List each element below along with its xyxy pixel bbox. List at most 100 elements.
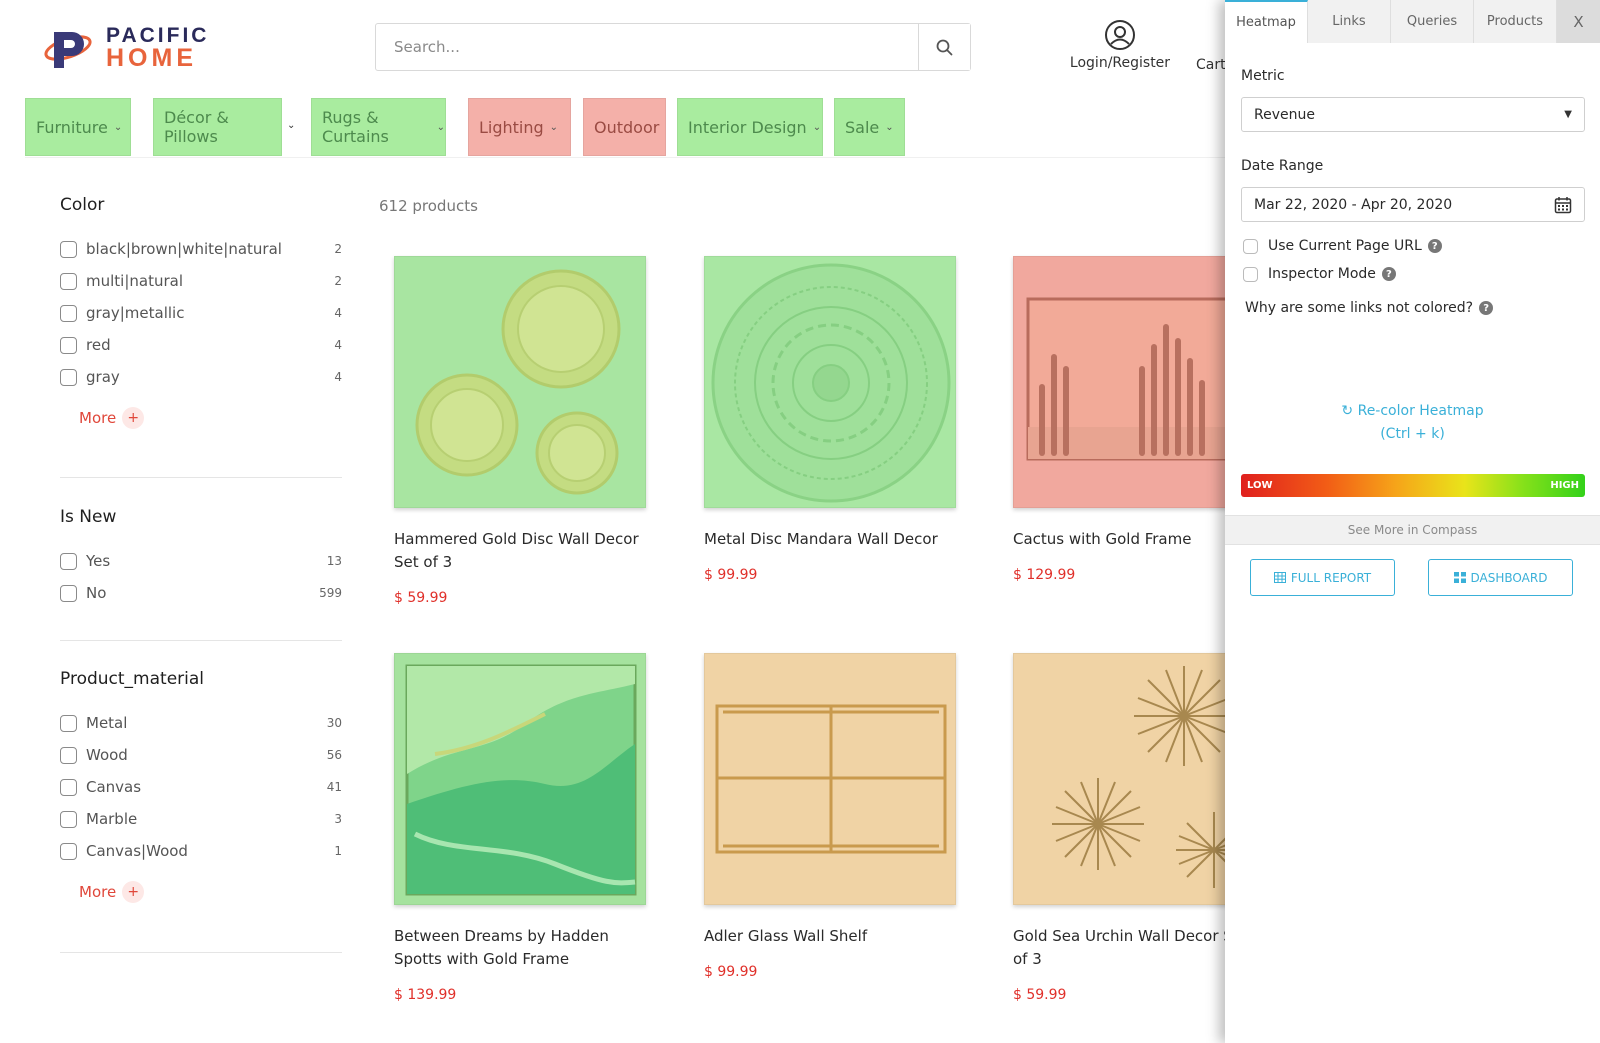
search-icon — [936, 39, 953, 55]
filter-option[interactable]: multi|natural 2 — [60, 265, 342, 297]
filter-option-label: multi|natural — [86, 272, 184, 290]
product-name[interactable]: Hammered Gold Disc Wall Decor Set of 3 — [394, 528, 648, 574]
use-current-url-label: Use Current Page URL — [1268, 238, 1422, 254]
product-image[interactable] — [704, 256, 956, 508]
metric-select[interactable]: Revenue ▼ — [1241, 97, 1585, 132]
checkbox[interactable] — [60, 552, 77, 570]
product-image[interactable] — [394, 256, 646, 508]
filter-option-label: gray — [86, 368, 120, 386]
panel-tabs: Heatmap Links Queries Products X — [1225, 0, 1600, 43]
nav-item-lighting[interactable]: Lighting ⌄ — [468, 98, 571, 156]
checkbox[interactable] — [60, 304, 77, 322]
metric-value: Revenue — [1254, 106, 1315, 123]
filter-option[interactable]: red 4 — [60, 329, 342, 361]
filter-option-label: Canvas — [86, 778, 142, 796]
nav-item-label: Décor & Pillows — [164, 108, 229, 146]
filter-option[interactable]: Yes 13 — [60, 545, 342, 577]
search-bar — [375, 23, 971, 71]
filter-option[interactable]: gray|metallic 4 — [60, 297, 342, 329]
chevron-down-icon: ⌄ — [287, 120, 296, 131]
metric-label: Metric — [1241, 68, 1285, 84]
search-button[interactable] — [918, 24, 970, 70]
checkbox[interactable] — [60, 584, 77, 602]
filter-option-count: 3 — [334, 812, 342, 826]
nav-item-furniture[interactable]: Furniture ⌄ — [25, 98, 131, 156]
filter-option[interactable]: black|brown|white|natural 2 — [60, 233, 342, 265]
tab-queries[interactable]: Queries — [1391, 0, 1474, 43]
nav-item-sale[interactable]: Sale ⌄ — [834, 98, 905, 156]
login-register-link[interactable]: Login/Register — [1062, 19, 1178, 71]
date-range-input[interactable]: Mar 22, 2020 - Apr 20, 2020 — [1241, 187, 1585, 222]
why-links-not-colored[interactable]: Why are some links not colored? ? — [1245, 300, 1494, 316]
use-current-url-option[interactable]: Use Current Page URL ? — [1243, 238, 1442, 254]
tab-heatmap[interactable]: Heatmap — [1225, 0, 1308, 43]
filter-option[interactable]: Wood 56 — [60, 739, 342, 771]
brand-logo[interactable]: PACIFIC HOME — [44, 24, 224, 72]
filter-option-label: black|brown|white|natural — [86, 240, 282, 258]
more-colors-button[interactable]: More + — [79, 407, 342, 429]
filter-title: Product_material — [60, 669, 205, 689]
filter-option-count: 41 — [326, 780, 342, 794]
plus-icon: + — [122, 407, 145, 429]
checkbox[interactable] — [60, 746, 77, 764]
tab-links[interactable]: Links — [1308, 0, 1391, 43]
product-price: $ 99.99 — [704, 964, 758, 980]
product-card[interactable]: Between Dreams by Hadden Spotts with Gol… — [394, 653, 648, 1003]
date-range-value: Mar 22, 2020 - Apr 20, 2020 — [1254, 196, 1453, 213]
product-name[interactable]: Between Dreams by Hadden Spotts with Gol… — [394, 925, 648, 971]
dashboard-button[interactable]: DASHBOARD — [1428, 559, 1573, 596]
chevron-down-icon: ⌄ — [812, 121, 822, 133]
help-icon[interactable]: ? — [1427, 239, 1442, 253]
calendar-icon[interactable] — [1554, 196, 1572, 214]
full-report-label: FULL REPORT — [1290, 570, 1372, 585]
product-name[interactable]: Metal Disc Mandara Wall Decor — [704, 528, 958, 551]
checkbox[interactable] — [60, 810, 77, 828]
checkbox[interactable] — [60, 714, 77, 732]
inspector-mode-option[interactable]: Inspector Mode ? — [1243, 266, 1396, 282]
filter-option[interactable]: Canvas|Wood 1 — [60, 835, 342, 867]
filter-divider — [60, 477, 342, 478]
search-input[interactable] — [376, 24, 918, 70]
checkbox[interactable] — [60, 368, 77, 386]
checkbox[interactable] — [60, 336, 77, 354]
product-image[interactable] — [394, 653, 646, 905]
cart-link[interactable]: Cart — [1196, 57, 1226, 73]
filter-option-count: 56 — [326, 748, 342, 762]
checkbox[interactable] — [1243, 238, 1258, 254]
product-name[interactable]: Adler Glass Wall Shelf — [704, 925, 958, 948]
filter-option[interactable]: No 599 — [60, 577, 342, 609]
product-image[interactable] — [704, 653, 956, 905]
chevron-down-icon: ⌄ — [885, 121, 894, 133]
filter-option-count: 2 — [334, 274, 342, 288]
checkbox[interactable] — [60, 272, 77, 290]
nav-item-decor-pillows[interactable]: Décor & Pillows — [153, 98, 282, 156]
tab-products[interactable]: Products — [1474, 0, 1557, 43]
help-icon[interactable]: ? — [1381, 267, 1396, 281]
filter-option[interactable]: gray 4 — [60, 361, 342, 393]
caret-down-icon: ▼ — [1564, 109, 1572, 120]
filter-option-count: 4 — [334, 370, 342, 384]
close-button[interactable]: X — [1557, 0, 1600, 43]
filter-option[interactable]: Marble 3 — [60, 803, 342, 835]
checkbox[interactable] — [1243, 266, 1258, 282]
more-materials-button[interactable]: More + — [79, 881, 342, 903]
recolor-heatmap-link[interactable]: ↻ Re-color Heatmap (Ctrl + k) — [1225, 400, 1600, 446]
see-more-in-compass[interactable]: See More in Compass — [1225, 515, 1600, 545]
nav-item-outdoor[interactable]: Outdoor — [583, 98, 666, 156]
full-report-button[interactable]: FULL REPORT — [1250, 559, 1395, 596]
checkbox[interactable] — [60, 778, 77, 796]
nav-item-label: Furniture — [36, 117, 108, 137]
product-card[interactable]: Metal Disc Mandara Wall Decor $ 99.99 — [704, 256, 958, 583]
checkbox[interactable] — [60, 842, 77, 860]
product-card[interactable]: Hammered Gold Disc Wall Decor Set of 3 $… — [394, 256, 648, 606]
nav-item-interior-design[interactable]: Interior Design ⌄ — [677, 98, 823, 156]
filter-option-count: 4 — [334, 338, 342, 352]
filter-option-count: 599 — [319, 586, 342, 600]
checkbox[interactable] — [60, 240, 77, 258]
nav-item-rugs-curtains[interactable]: Rugs & Curtains ⌄ — [311, 98, 446, 156]
product-card[interactable]: Adler Glass Wall Shelf $ 99.99 — [704, 653, 958, 980]
filter-title: Color — [60, 195, 105, 215]
filter-option[interactable]: Metal 30 — [60, 707, 342, 739]
filter-option[interactable]: Canvas 41 — [60, 771, 342, 803]
brand-line-2: HOME — [106, 44, 197, 72]
